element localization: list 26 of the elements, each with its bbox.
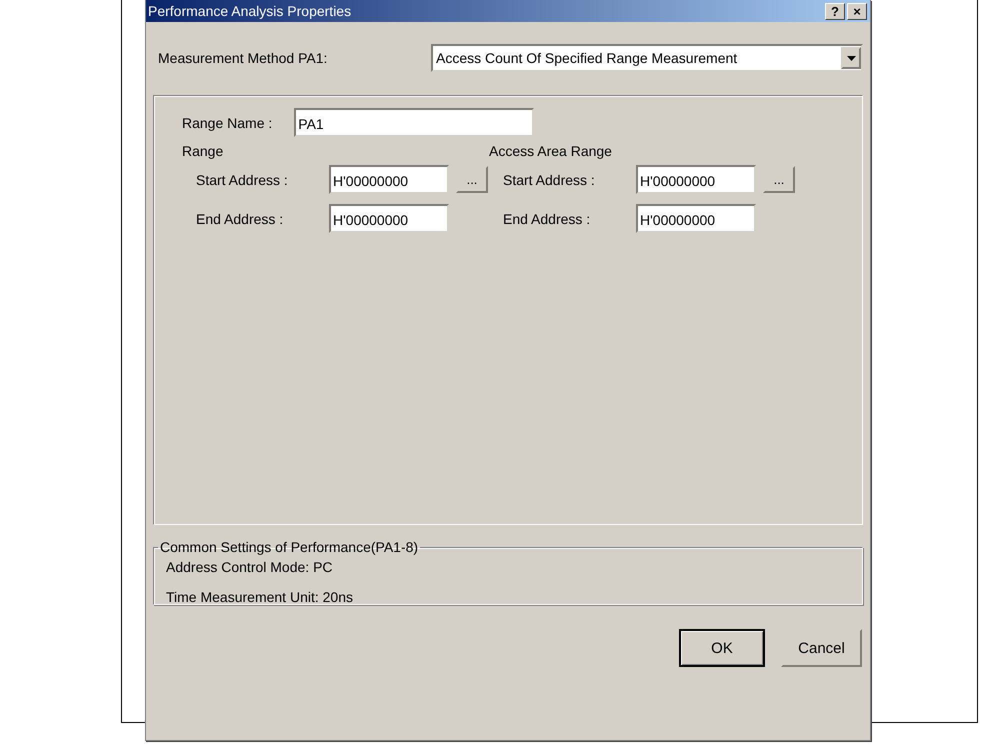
section-label: Access Area Range — [489, 143, 612, 159]
range-name-field[interactable]: PA1 — [294, 108, 534, 137]
address-field[interactable]: H'00000000 — [636, 165, 756, 194]
caret-icon — [846, 56, 856, 60]
field-label: Start Address : — [503, 172, 596, 188]
section-label: Range — [182, 143, 224, 159]
info-text: Time Measurement Unit: 20ns — [166, 589, 354, 605]
browse-button[interactable]: ... — [763, 166, 795, 193]
dropdown-button[interactable] — [841, 47, 861, 69]
address-field[interactable]: H'00000000 — [636, 204, 756, 233]
address-field[interactable]: H'00000000 — [329, 165, 449, 194]
browse-button[interactable]: ... — [456, 166, 488, 193]
cancel-button[interactable]: Cancel — [781, 629, 862, 667]
field-label: End Address : — [196, 210, 284, 226]
method-dropdown[interactable]: Access Count Of Specified Range Measurement — [431, 44, 863, 72]
field-label: Range Name : — [182, 114, 272, 130]
field-label: End Address : — [503, 210, 592, 226]
address-field[interactable]: H'00000000 — [329, 204, 449, 233]
close-button[interactable]: × — [847, 2, 867, 20]
window-title: Performance Analysis Properties — [148, 3, 352, 19]
field-label: Measurement Method PA1: — [158, 50, 328, 66]
help-button[interactable]: ? — [825, 2, 845, 20]
group-title: Common Settings of Performance(PA1-8) — [159, 539, 420, 555]
info-text: Address Control Mode: PC — [166, 559, 334, 575]
field-label: Start Address : — [196, 172, 289, 188]
ok-button[interactable]: OK — [679, 629, 765, 667]
